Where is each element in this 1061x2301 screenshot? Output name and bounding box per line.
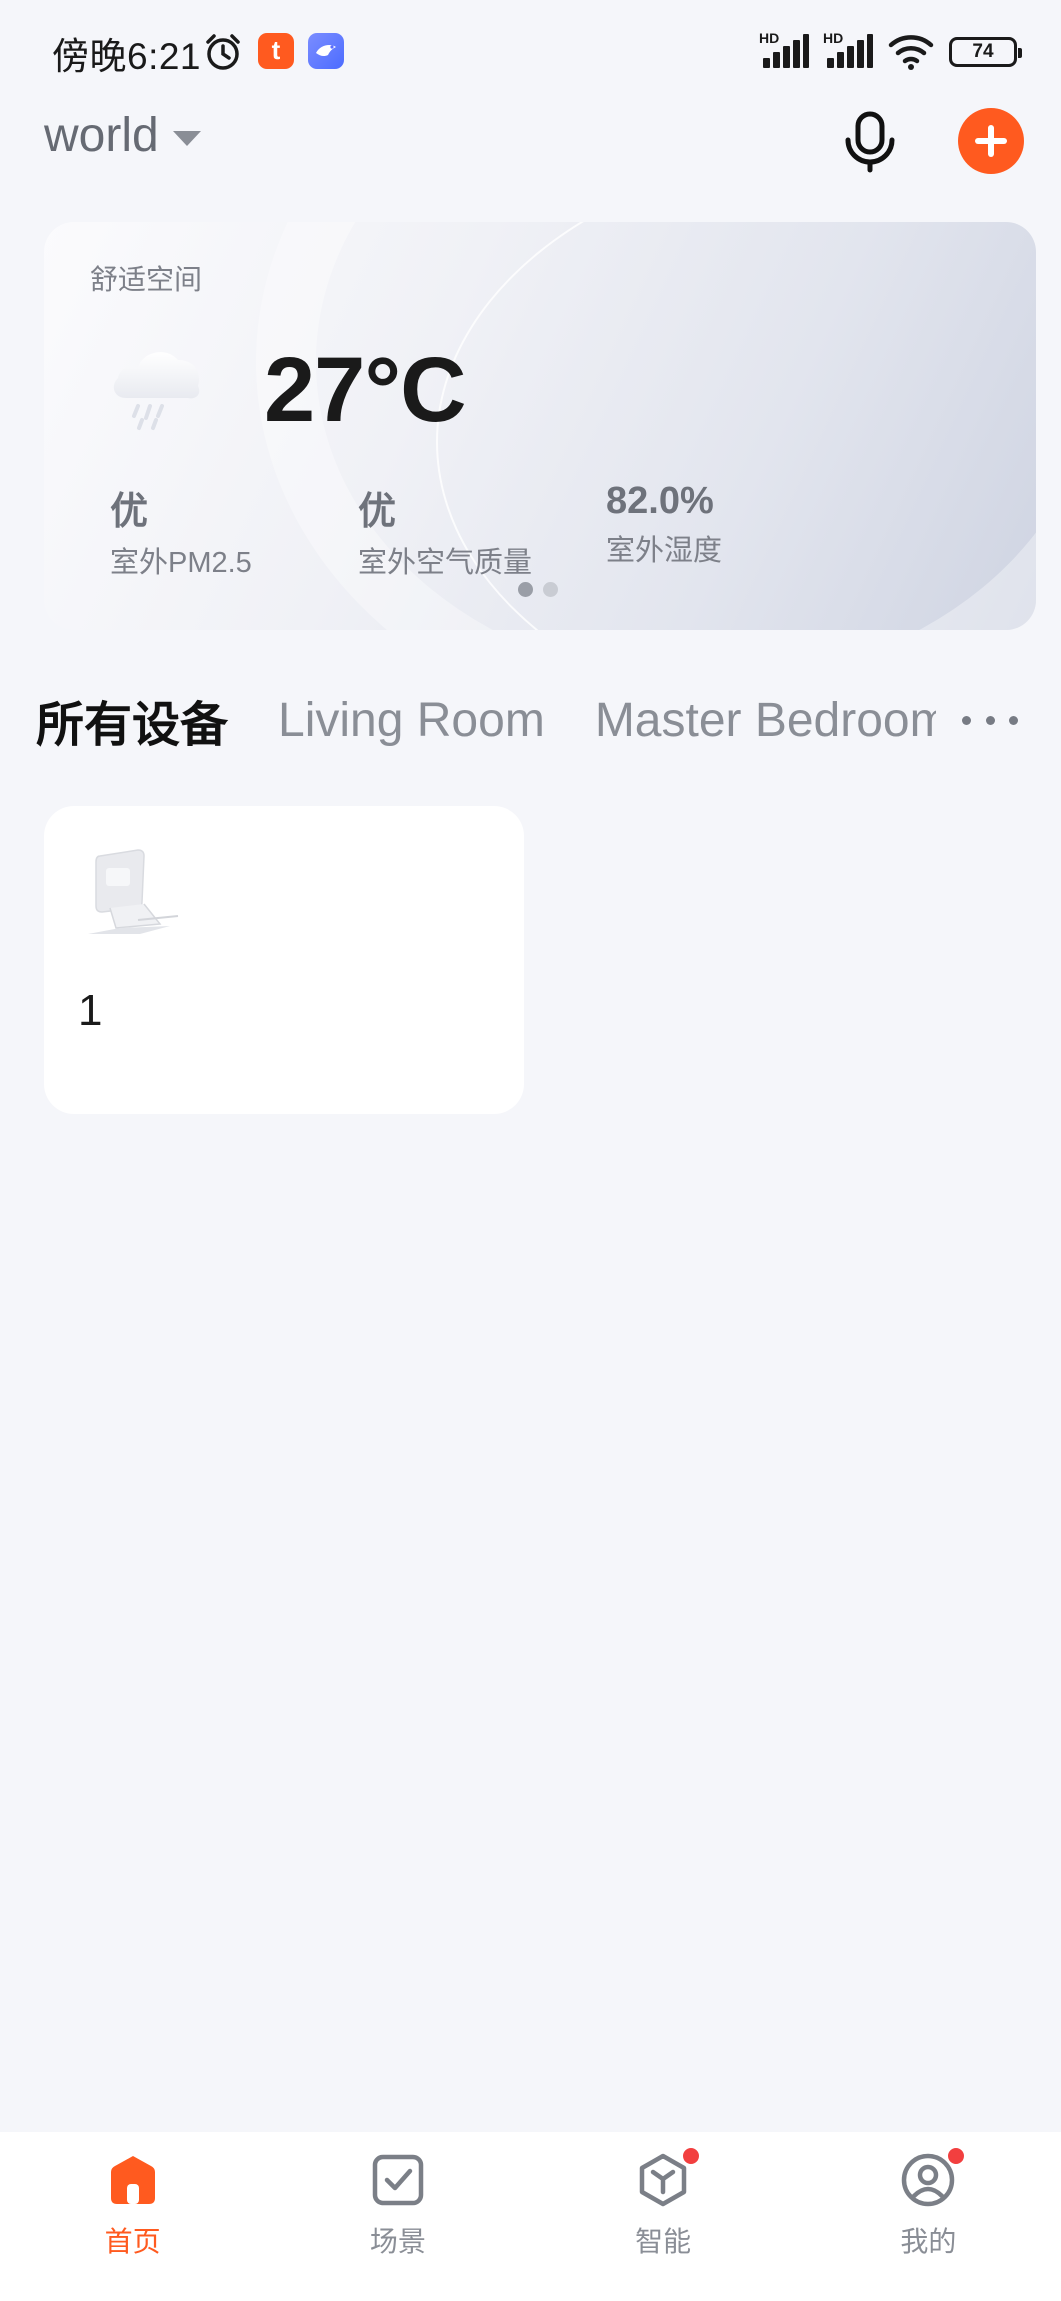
stat-pm25: 优 室外PM2.5 bbox=[110, 480, 252, 581]
smart-icon-wrap bbox=[635, 2146, 702, 2208]
nav-label: 我的 bbox=[900, 2226, 957, 2257]
device-card[interactable]: 1 bbox=[44, 806, 524, 1114]
app-screen: 傍晚6:21 t HD HD 74 world 舒适空间 27°C 优 室外PM… bbox=[0, 0, 1061, 2301]
status-indicators: HD HD 74 bbox=[759, 30, 1022, 74]
bird-app-icon bbox=[308, 33, 344, 69]
battery-indicator: 74 bbox=[949, 37, 1022, 67]
bottom-navigation: 首页 场景 智能 我的 bbox=[0, 2132, 1061, 2301]
carousel-dots bbox=[518, 582, 558, 597]
weather-card-title: 舒适空间 bbox=[90, 264, 203, 295]
nav-label: 首页 bbox=[104, 2226, 161, 2257]
profile-icon-wrap bbox=[900, 2146, 967, 2208]
status-bar: 傍晚6:21 t HD HD 74 bbox=[0, 0, 1061, 100]
microphone-icon[interactable] bbox=[840, 108, 900, 174]
cell-signal-2-icon: HD bbox=[823, 30, 873, 72]
thermostat-device-icon bbox=[88, 849, 179, 934]
carousel-dot bbox=[543, 582, 558, 597]
alarm-clock-icon bbox=[206, 34, 240, 70]
stat-label: 室外PM2.5 bbox=[110, 547, 252, 579]
nav-scenes[interactable]: 场景 bbox=[265, 2132, 530, 2301]
more-dot bbox=[985, 715, 995, 725]
add-device-button[interactable] bbox=[958, 108, 1024, 174]
stat-humidity: 82.0% 室外湿度 bbox=[606, 480, 722, 569]
weather-card[interactable]: 舒适空间 27°C 优 室外PM2.5 优 室外空气质量 82.0% 室外湿度 bbox=[44, 222, 1036, 630]
stat-value: 优 bbox=[358, 491, 397, 533]
notification-dot bbox=[946, 2146, 967, 2166]
cloud-rain-icon bbox=[113, 352, 200, 430]
chevron-down-icon bbox=[172, 131, 201, 146]
home-name: world bbox=[44, 109, 159, 162]
cell-signal-icon: HD bbox=[759, 30, 809, 72]
tab-all-devices[interactable]: 所有设备 bbox=[36, 685, 228, 755]
stat-value: 82.0% bbox=[606, 480, 714, 522]
nav-profile[interactable]: 我的 bbox=[796, 2132, 1061, 2301]
stat-label: 室外湿度 bbox=[606, 535, 723, 567]
nav-home[interactable]: 首页 bbox=[0, 2132, 265, 2301]
tab-master-bedroom[interactable]: Master Bedroom bbox=[595, 693, 936, 748]
room-tabs: 所有设备 Living Room Master Bedroom bbox=[36, 680, 936, 760]
carousel-dot-active bbox=[518, 582, 533, 597]
wifi-icon bbox=[888, 35, 934, 70]
device-name: 1 bbox=[78, 986, 103, 1035]
status-time: 傍晚6:21 bbox=[52, 36, 202, 77]
nav-label: 场景 bbox=[369, 2226, 426, 2257]
tab-living-room[interactable]: Living Room bbox=[278, 693, 545, 748]
scene-check-icon bbox=[372, 2154, 424, 2206]
stat-label: 室外空气质量 bbox=[358, 547, 533, 579]
stat-value: 优 bbox=[110, 491, 149, 533]
home-icon bbox=[110, 2156, 155, 2204]
nav-smart[interactable]: 智能 bbox=[531, 2132, 796, 2301]
tuya-app-icon: t bbox=[258, 33, 294, 69]
home-switcher[interactable]: world bbox=[44, 108, 201, 163]
notification-dot bbox=[681, 2146, 702, 2166]
temperature-value: 27°C bbox=[264, 339, 467, 441]
stat-air-quality: 优 室外空气质量 bbox=[358, 480, 532, 581]
nav-label: 智能 bbox=[635, 2226, 692, 2257]
more-dot bbox=[1009, 715, 1018, 725]
more-dot bbox=[962, 715, 971, 725]
more-rooms-button[interactable] bbox=[962, 700, 1018, 740]
